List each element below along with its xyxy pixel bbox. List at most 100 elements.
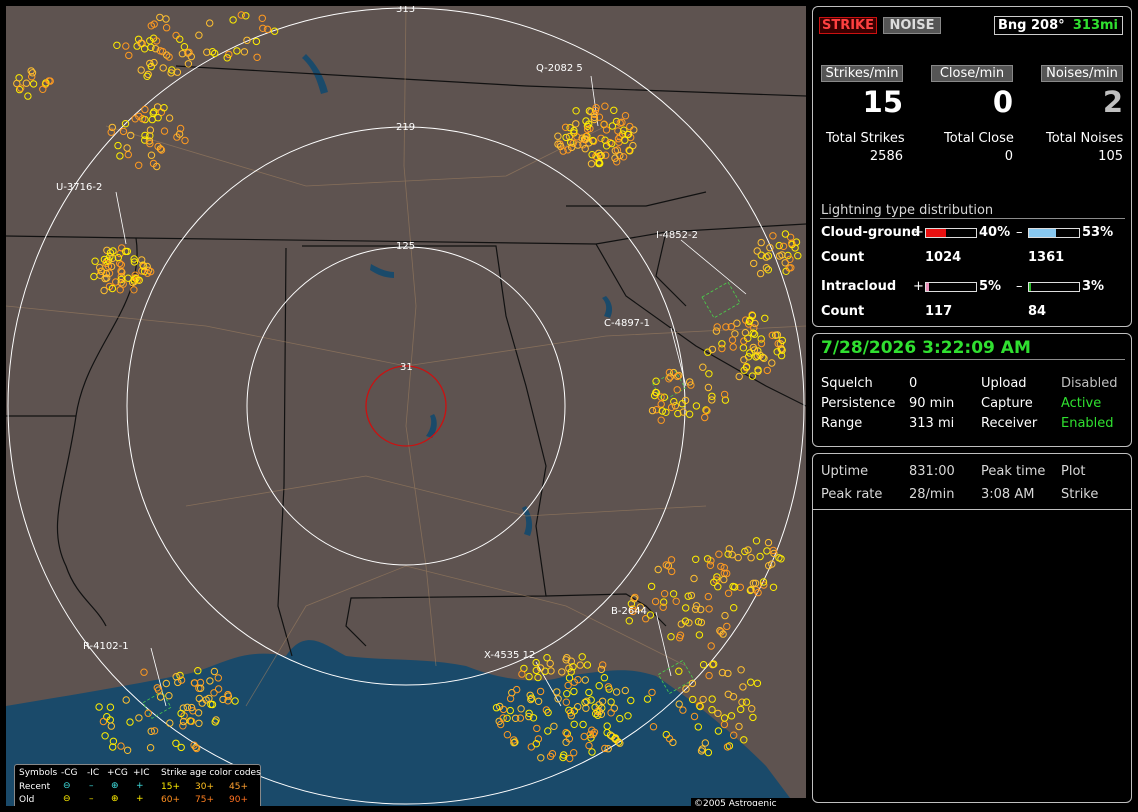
squelch-label: Squelch: [821, 376, 873, 391]
strike-marker: [130, 286, 138, 294]
legend-old: Old: [19, 795, 35, 805]
strike-marker: [117, 261, 126, 269]
status-panel: 7/28/2026 3:22:09 AM Squelch 0 Upload Di…: [812, 333, 1132, 447]
strike-marker: [658, 407, 666, 415]
strike-marker: [154, 114, 162, 122]
strike-marker: [761, 314, 769, 322]
receiver-value: Enabled: [1061, 416, 1114, 431]
strike-marker: [757, 238, 765, 247]
cg-pos-bar: [925, 228, 977, 238]
strike-marker: [173, 68, 182, 76]
strike-marker: [735, 372, 743, 381]
legend-col: +CG: [107, 768, 128, 778]
strike-marker: [601, 102, 609, 110]
strikes-per-min-label: Strikes/min: [821, 65, 903, 82]
strike-marker: [724, 690, 732, 698]
strike-marker: [746, 349, 754, 357]
old-pos-ic-icon: +: [136, 794, 144, 804]
storm-label: I-4852-2: [656, 230, 698, 241]
strike-marker: [727, 712, 736, 720]
strike-marker: [667, 403, 676, 412]
old-neg-cg-icon: ⊖: [63, 794, 71, 804]
strike-marker: [90, 272, 98, 281]
strike-button[interactable]: STRIKE: [819, 17, 877, 34]
strike-marker: [240, 48, 249, 56]
strike-marker: [699, 363, 707, 371]
range-ring-219: [126, 126, 686, 686]
strike-marker: [690, 574, 698, 583]
persistence-value: 90 min: [909, 396, 955, 411]
ic-pos-bar: [925, 282, 977, 292]
strike-marker: [753, 679, 762, 687]
storm-label: R-4102-1: [83, 641, 129, 652]
range-label: Range: [821, 416, 863, 431]
storm-label: X-4535 12: [484, 650, 536, 661]
age-code: 60+: [161, 795, 180, 805]
strike-marker: [143, 72, 151, 81]
strike-marker: [630, 126, 638, 134]
close-per-min-label: Close/min: [931, 65, 1013, 82]
capture-label: Capture: [981, 396, 1033, 411]
noise-button[interactable]: NOISE: [883, 17, 941, 34]
strike-marker: [705, 605, 713, 613]
strike-marker: [114, 141, 122, 150]
strike-marker: [159, 64, 167, 72]
recent-pos-cg-icon: ⊕: [111, 781, 119, 791]
strike-marker: [781, 230, 790, 238]
strike-marker: [662, 408, 670, 416]
strike-marker: [534, 673, 542, 682]
strike-marker: [113, 41, 121, 49]
strike-marker: [784, 251, 792, 260]
strike-marker: [667, 556, 676, 564]
strike-marker: [667, 633, 675, 641]
strike-marker: [242, 12, 250, 20]
strike-marker: [704, 383, 713, 392]
strike-marker: [729, 343, 737, 351]
bearing-box: Bng 208° 313mi: [994, 16, 1123, 35]
ring-label-31: 31: [400, 362, 413, 373]
strike-marker: [587, 160, 596, 168]
age-code: 15+: [161, 782, 180, 792]
divider: [813, 509, 1131, 510]
strike-marker: [747, 678, 755, 686]
strike-marker: [657, 400, 665, 408]
strike-marker: [646, 611, 655, 619]
cg-neg-pct: 53%: [1082, 225, 1114, 240]
strike-marker: [724, 589, 733, 597]
strike-marker: [705, 370, 713, 378]
cg-neg-bar: [1028, 228, 1080, 238]
lightning-map[interactable]: 313 219 125 31 Q-2082 5 U-3716-2 I-4852-…: [6, 6, 806, 806]
strike-marker: [160, 127, 169, 135]
strike-marker: [756, 269, 765, 278]
strike-marker: [621, 112, 630, 120]
strike-marker: [657, 416, 665, 424]
cg-pos-count: 1024: [925, 250, 962, 265]
strike-marker: [125, 51, 133, 60]
divider: [820, 359, 1125, 360]
strike-marker: [162, 15, 170, 23]
legend-recent: Recent: [19, 782, 51, 792]
strike-marker: [708, 706, 716, 714]
strike-marker: [156, 13, 164, 22]
strike-marker: [578, 653, 586, 661]
strike-marker: [233, 47, 241, 55]
strike-marker: [705, 671, 713, 680]
ic-neg-fill: [1029, 283, 1031, 291]
strike-marker: [769, 583, 778, 591]
strike-marker: [619, 153, 628, 161]
strike-marker: [647, 582, 656, 591]
strike-marker: [701, 413, 709, 422]
strike-marker: [689, 695, 697, 704]
total-strikes-label: Total Strikes: [826, 131, 905, 146]
strike-marker: [237, 11, 246, 19]
distribution-title: Lightning type distribution: [821, 203, 994, 218]
strike-marker: [737, 705, 745, 714]
strike-marker: [673, 386, 681, 394]
capture-value: Active: [1061, 396, 1102, 411]
strike-marker: [652, 377, 660, 385]
strike-marker: [763, 547, 771, 555]
strike-marker: [140, 668, 148, 676]
cg-neg-count: 1361: [1028, 250, 1065, 265]
strike-marker: [720, 714, 729, 722]
strike-marker: [672, 597, 680, 605]
